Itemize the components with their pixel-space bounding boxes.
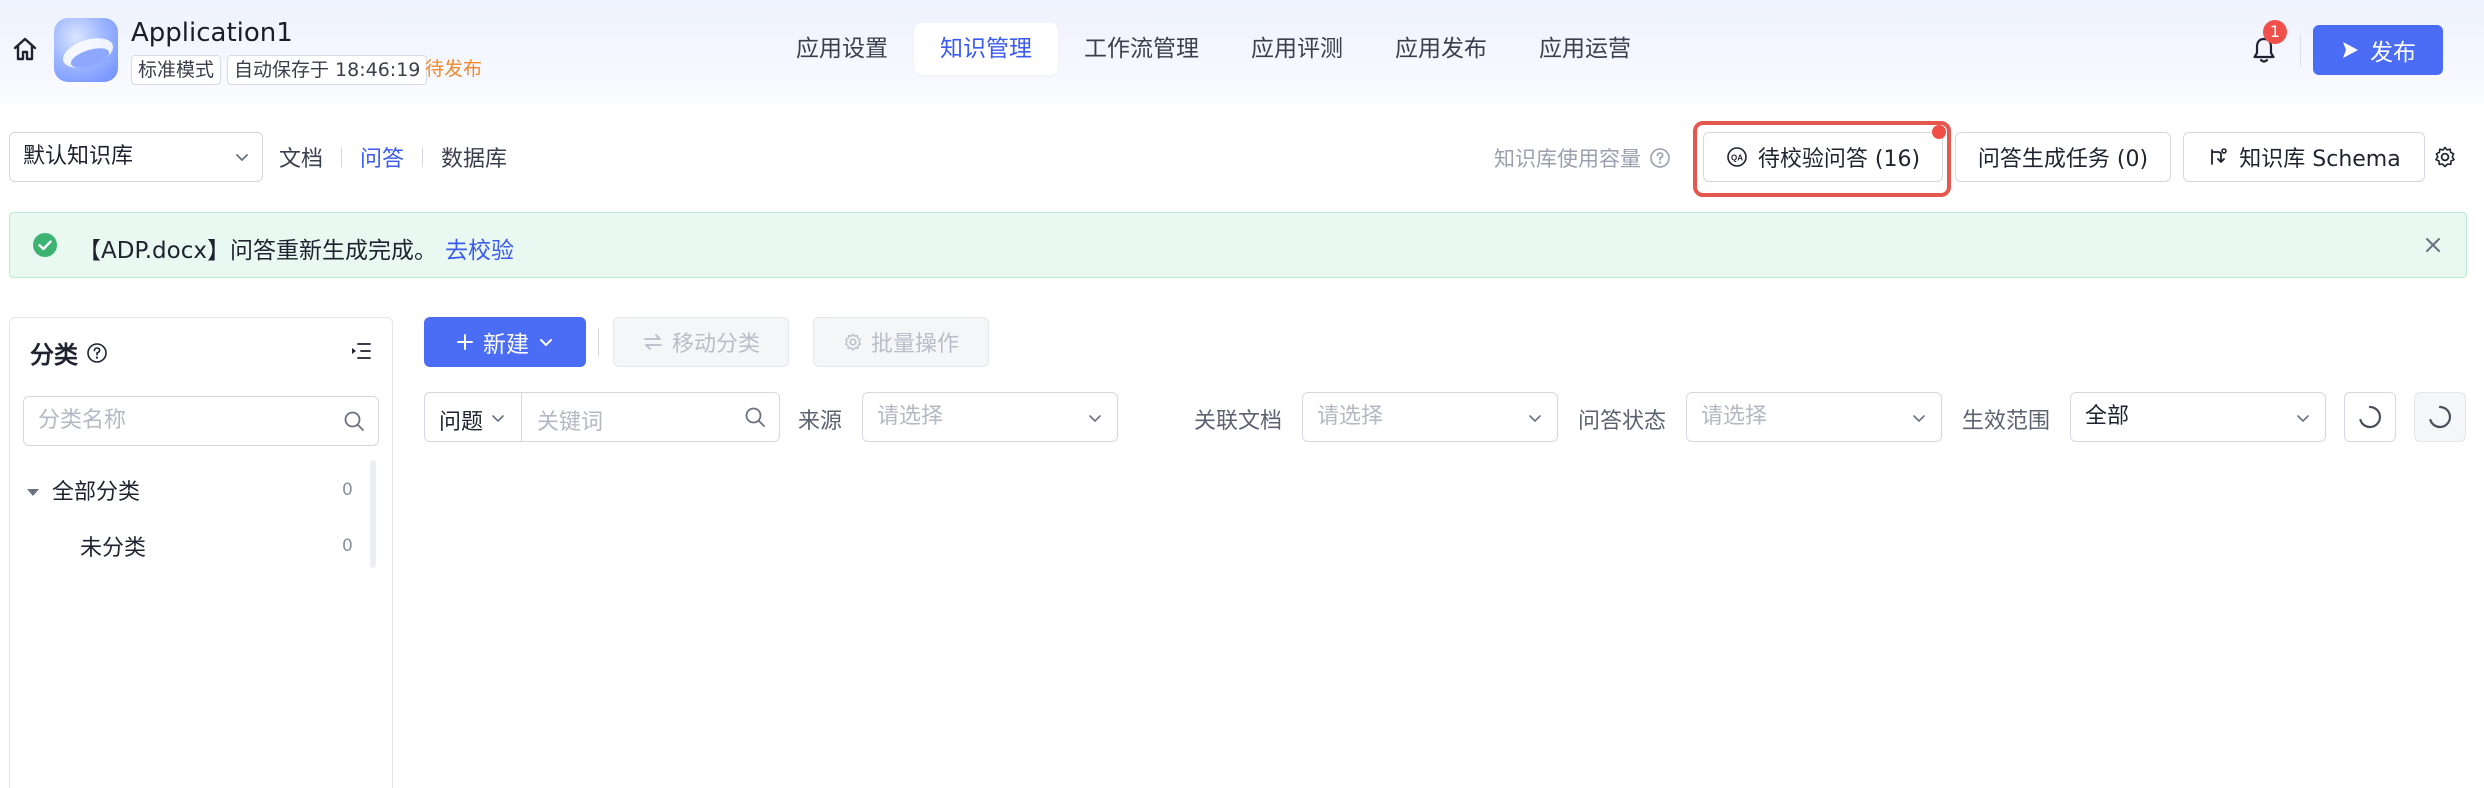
- main-tabs: 应用设置 知识管理 工作流管理 应用评测 应用发布 应用运营: [770, 23, 1657, 75]
- knowledge-base-select[interactable]: 默认知识库: [9, 132, 263, 182]
- refresh-button[interactable]: [2344, 392, 2396, 442]
- mode-tag: 标准模式: [131, 55, 222, 85]
- kb-schema-label: 知识库 Schema: [2239, 147, 2401, 172]
- batch-operation-label: 批量操作: [870, 332, 959, 357]
- qa-status-label: 问答状态: [1578, 409, 1667, 434]
- batch-operation-button[interactable]: 批量操作: [813, 317, 989, 367]
- chevron-down-icon: [236, 154, 248, 162]
- search-type-select[interactable]: 问题: [439, 404, 483, 436]
- kb-capacity-label: 知识库使用容量: [1494, 147, 1641, 171]
- category-panel: [9, 317, 393, 788]
- related-doc-label: 关联文档: [1194, 409, 1283, 434]
- qa-status-select[interactable]: 请选择: [1686, 392, 1942, 442]
- go-verify-link[interactable]: 去校验: [445, 238, 514, 264]
- home-icon[interactable]: [12, 36, 38, 62]
- source-label: 来源: [798, 409, 843, 434]
- related-doc-placeholder: 请选择: [1317, 404, 1384, 429]
- svg-text:QA: QA: [1731, 154, 1743, 163]
- category-title-text: 分类: [30, 341, 78, 369]
- app-name: Application1: [131, 18, 293, 48]
- chevron-down-icon: [2297, 415, 2309, 423]
- new-button-label: 新建: [483, 332, 529, 358]
- tab-knowledge-management[interactable]: 知识管理: [914, 23, 1058, 75]
- toolbar-divider: [598, 328, 599, 356]
- move-category-button[interactable]: 移动分类: [613, 317, 789, 367]
- subtab-documents[interactable]: 文档: [279, 141, 323, 173]
- caret-down-icon[interactable]: [25, 484, 41, 500]
- column-settings-button[interactable]: [2414, 392, 2466, 442]
- send-icon: [2343, 42, 2358, 58]
- publish-button[interactable]: 发布: [2313, 25, 2443, 75]
- subtab-divider: [422, 147, 424, 167]
- kb-select-value: 默认知识库: [23, 144, 134, 169]
- tab-app-publish[interactable]: 应用发布: [1369, 23, 1513, 75]
- category-title: 分类: [30, 335, 108, 370]
- tree-item-all[interactable]: 全部分类: [52, 474, 140, 506]
- question-search-combo: 问题 关键词: [424, 392, 780, 442]
- keyword-input[interactable]: 关键词: [537, 404, 603, 436]
- tab-workflow-management[interactable]: 工作流管理: [1058, 23, 1225, 75]
- source-select-placeholder: 请选择: [877, 404, 944, 429]
- move-category-label: 移动分类: [671, 332, 760, 357]
- tree-item-uncategorized[interactable]: 未分类: [80, 530, 146, 562]
- chevron-down-icon: [1913, 415, 1925, 423]
- gear-icon[interactable]: [2433, 145, 2457, 169]
- related-doc-select[interactable]: 请选择: [1302, 392, 1558, 442]
- qa-icon: QA: [1727, 147, 1747, 167]
- effective-scope-label: 生效范围: [1962, 409, 2051, 434]
- effective-scope-value: 全部: [2085, 404, 2130, 429]
- search-icon[interactable]: [744, 406, 766, 428]
- alert-message-text: 【ADP.docx】问答重新生成完成。: [78, 238, 437, 264]
- chevron-down-icon: [1089, 415, 1101, 423]
- combo-divider: [521, 393, 522, 441]
- pending-qa-button[interactable]: QA 待校验问答 (16): [1703, 132, 1943, 182]
- new-button[interactable]: 新建: [424, 317, 586, 367]
- success-check-icon: [32, 232, 58, 258]
- status-tag: 待发布: [425, 58, 483, 80]
- source-select[interactable]: 请选择: [862, 392, 1118, 442]
- schema-icon: [2211, 148, 2228, 165]
- kb-schema-button[interactable]: 知识库 Schema: [2183, 132, 2425, 182]
- loading-spinner-icon: [2429, 405, 2452, 429]
- qa-status-placeholder: 请选择: [1701, 404, 1768, 429]
- swap-icon: [644, 334, 662, 350]
- collapse-list-icon[interactable]: [350, 340, 372, 362]
- chevron-down-icon: [540, 339, 552, 347]
- subtab-qa[interactable]: 问答: [360, 141, 404, 173]
- header-divider: [2300, 34, 2301, 66]
- close-icon[interactable]: [2421, 233, 2445, 257]
- gear-icon: [844, 333, 862, 351]
- subtab-database[interactable]: 数据库: [441, 141, 507, 173]
- kb-subtabs: 文档 问答 数据库: [279, 141, 507, 173]
- category-search-input[interactable]: 分类名称: [23, 396, 379, 446]
- autosave-tag: 自动保存于 18:46:19: [227, 55, 428, 85]
- tree-item-count: 0: [342, 480, 353, 500]
- search-icon[interactable]: [343, 410, 365, 432]
- chevron-down-icon: [492, 415, 504, 423]
- loading-spinner-icon: [2359, 405, 2382, 429]
- publish-label: 发布: [2370, 40, 2416, 66]
- subtab-divider: [341, 147, 343, 167]
- app-logo: [54, 18, 118, 82]
- category-scrollbar[interactable]: [370, 460, 376, 568]
- notification-badge: 1: [2263, 20, 2287, 44]
- qa-generation-task-label: 问答生成任务 (0): [1977, 147, 2149, 172]
- unread-dot: [1932, 125, 1946, 139]
- tab-app-operation[interactable]: 应用运营: [1513, 23, 1657, 75]
- help-icon[interactable]: [86, 342, 108, 364]
- tab-app-settings[interactable]: 应用设置: [770, 23, 914, 75]
- effective-scope-select[interactable]: 全部: [2070, 392, 2326, 442]
- chevron-down-icon: [1529, 415, 1541, 423]
- qa-generation-task-button[interactable]: 问答生成任务 (0): [1955, 132, 2171, 182]
- tab-app-evaluation[interactable]: 应用评测: [1225, 23, 1369, 75]
- help-icon[interactable]: [1649, 147, 1671, 169]
- tree-item-count: 0: [342, 536, 353, 556]
- alert-message: 【ADP.docx】问答重新生成完成。 去校验: [78, 231, 514, 265]
- pending-qa-label: 待校验问答 (16): [1757, 147, 1921, 172]
- kb-capacity[interactable]: 知识库使用容量: [1494, 143, 1671, 173]
- plus-icon: [457, 334, 473, 350]
